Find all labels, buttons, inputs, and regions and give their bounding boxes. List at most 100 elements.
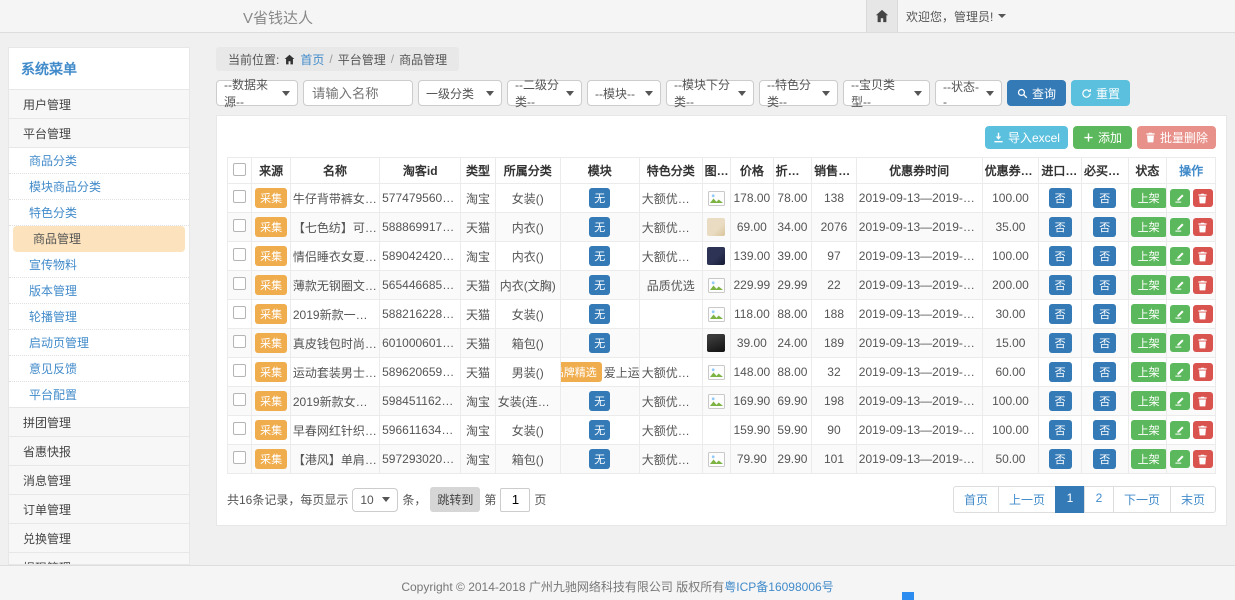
page-button[interactable]: 末页 bbox=[1170, 486, 1216, 513]
import-select-toggle[interactable]: 否 bbox=[1049, 188, 1072, 208]
sidebar-item[interactable]: 宣传物料 bbox=[9, 252, 189, 278]
import-select-toggle[interactable]: 否 bbox=[1049, 449, 1072, 469]
must-buy-toggle[interactable]: 否 bbox=[1093, 362, 1116, 382]
edit-button[interactable] bbox=[1170, 363, 1190, 381]
floating-widget[interactable] bbox=[902, 592, 914, 600]
delete-button[interactable] bbox=[1193, 363, 1213, 381]
delete-button[interactable] bbox=[1193, 247, 1213, 265]
row-checkbox[interactable] bbox=[233, 306, 246, 319]
row-checkbox[interactable] bbox=[233, 277, 246, 290]
row-checkbox[interactable] bbox=[233, 248, 246, 261]
sidebar-item[interactable]: 特色分类 bbox=[9, 200, 189, 226]
import-select-toggle[interactable]: 否 bbox=[1049, 362, 1072, 382]
delete-button[interactable] bbox=[1193, 276, 1213, 294]
row-checkbox[interactable] bbox=[233, 219, 246, 232]
status-button[interactable]: 上架 bbox=[1131, 304, 1167, 324]
edit-button[interactable] bbox=[1170, 450, 1190, 468]
filter-select[interactable]: --模块下分类-- bbox=[666, 80, 754, 106]
import-select-toggle[interactable]: 否 bbox=[1049, 275, 1072, 295]
jump-page-input[interactable] bbox=[500, 488, 530, 512]
must-buy-toggle[interactable]: 否 bbox=[1093, 391, 1116, 411]
import-select-toggle[interactable]: 否 bbox=[1049, 420, 1072, 440]
must-buy-toggle[interactable]: 否 bbox=[1093, 217, 1116, 237]
sidebar-item[interactable]: 轮播管理 bbox=[9, 304, 189, 330]
must-buy-toggle[interactable]: 否 bbox=[1093, 275, 1116, 295]
sidebar-item[interactable]: 省惠快报 bbox=[9, 436, 189, 466]
filter-select[interactable]: --特色分类-- bbox=[759, 80, 838, 106]
delete-button[interactable] bbox=[1193, 392, 1213, 410]
edit-button[interactable] bbox=[1170, 392, 1190, 410]
delete-button[interactable] bbox=[1193, 218, 1213, 236]
filter-select[interactable]: --宝贝类型-- bbox=[843, 80, 930, 106]
query-button[interactable]: 查询 bbox=[1007, 80, 1066, 106]
status-button[interactable]: 上架 bbox=[1131, 333, 1167, 353]
page-button[interactable]: 首页 bbox=[953, 486, 999, 513]
edit-button[interactable] bbox=[1170, 305, 1190, 323]
edit-button[interactable] bbox=[1170, 247, 1190, 265]
sidebar-item[interactable]: 兑换管理 bbox=[9, 523, 189, 553]
add-button[interactable]: 添加 bbox=[1073, 126, 1132, 149]
must-buy-toggle[interactable]: 否 bbox=[1093, 333, 1116, 353]
edit-button[interactable] bbox=[1170, 218, 1190, 236]
row-checkbox[interactable] bbox=[233, 422, 246, 435]
status-button[interactable]: 上架 bbox=[1131, 449, 1167, 469]
sidebar-item[interactable]: 拼团管理 bbox=[9, 407, 189, 437]
import-select-toggle[interactable]: 否 bbox=[1049, 246, 1072, 266]
page-button[interactable]: 下一页 bbox=[1113, 486, 1171, 513]
sidebar-item[interactable]: 启动页管理 bbox=[9, 330, 189, 356]
row-checkbox[interactable] bbox=[233, 190, 246, 203]
delete-button[interactable] bbox=[1193, 189, 1213, 207]
sidebar-item[interactable]: 商品管理 bbox=[13, 226, 185, 252]
row-checkbox[interactable] bbox=[233, 335, 246, 348]
breadcrumb-home-link[interactable]: 首页 bbox=[300, 51, 324, 68]
sidebar-item[interactable]: 消息管理 bbox=[9, 465, 189, 495]
import-select-toggle[interactable]: 否 bbox=[1049, 217, 1072, 237]
user-menu[interactable]: 欢迎您，管理员! bbox=[906, 0, 1006, 32]
edit-button[interactable] bbox=[1170, 276, 1190, 294]
page-size-select[interactable]: 10 bbox=[352, 488, 398, 512]
select-all-checkbox[interactable] bbox=[233, 163, 246, 176]
import-select-toggle[interactable]: 否 bbox=[1049, 391, 1072, 411]
status-button[interactable]: 上架 bbox=[1131, 246, 1167, 266]
page-button[interactable]: 1 bbox=[1055, 486, 1085, 513]
sidebar-item[interactable]: 商品分类 bbox=[9, 148, 189, 174]
sidebar-item[interactable]: 意见反馈 bbox=[9, 356, 189, 382]
edit-button[interactable] bbox=[1170, 189, 1190, 207]
home-button[interactable] bbox=[866, 0, 898, 32]
edit-button[interactable] bbox=[1170, 421, 1190, 439]
status-button[interactable]: 上架 bbox=[1131, 362, 1167, 382]
status-button[interactable]: 上架 bbox=[1131, 275, 1167, 295]
filter-select[interactable]: --状态-- bbox=[935, 80, 1002, 106]
delete-button[interactable] bbox=[1193, 334, 1213, 352]
status-button[interactable]: 上架 bbox=[1131, 188, 1167, 208]
must-buy-toggle[interactable]: 否 bbox=[1093, 449, 1116, 469]
row-checkbox[interactable] bbox=[233, 451, 246, 464]
sidebar-item[interactable]: 用户管理 bbox=[9, 89, 189, 119]
delete-button[interactable] bbox=[1193, 305, 1213, 323]
page-button[interactable]: 2 bbox=[1084, 486, 1114, 513]
must-buy-toggle[interactable]: 否 bbox=[1093, 304, 1116, 324]
page-button[interactable]: 上一页 bbox=[998, 486, 1056, 513]
reset-button[interactable]: 重置 bbox=[1071, 80, 1130, 106]
must-buy-toggle[interactable]: 否 bbox=[1093, 420, 1116, 440]
import-select-toggle[interactable]: 否 bbox=[1049, 304, 1072, 324]
bulk-delete-button[interactable]: 批量删除 bbox=[1137, 126, 1216, 149]
sidebar-item[interactable]: 模块商品分类 bbox=[9, 174, 189, 200]
row-checkbox[interactable] bbox=[233, 393, 246, 406]
sidebar-item[interactable]: 版本管理 bbox=[9, 278, 189, 304]
sidebar-item[interactable]: 平台配置 bbox=[9, 382, 189, 408]
status-button[interactable]: 上架 bbox=[1131, 420, 1167, 440]
edit-button[interactable] bbox=[1170, 334, 1190, 352]
filter-select[interactable]: --二级分类-- bbox=[507, 80, 582, 106]
delete-button[interactable] bbox=[1193, 421, 1213, 439]
jump-button[interactable]: 跳转到 bbox=[430, 487, 480, 512]
must-buy-toggle[interactable]: 否 bbox=[1093, 188, 1116, 208]
name-search-input[interactable] bbox=[303, 80, 413, 106]
must-buy-toggle[interactable]: 否 bbox=[1093, 246, 1116, 266]
row-checkbox[interactable] bbox=[233, 364, 246, 377]
filter-select[interactable]: --数据来源-- bbox=[216, 80, 298, 106]
icp-link[interactable]: 粤ICP备16098006号 bbox=[724, 580, 833, 594]
import-excel-button[interactable]: 导入excel bbox=[985, 126, 1068, 149]
filter-select[interactable]: --模块-- bbox=[587, 80, 661, 106]
status-button[interactable]: 上架 bbox=[1131, 391, 1167, 411]
